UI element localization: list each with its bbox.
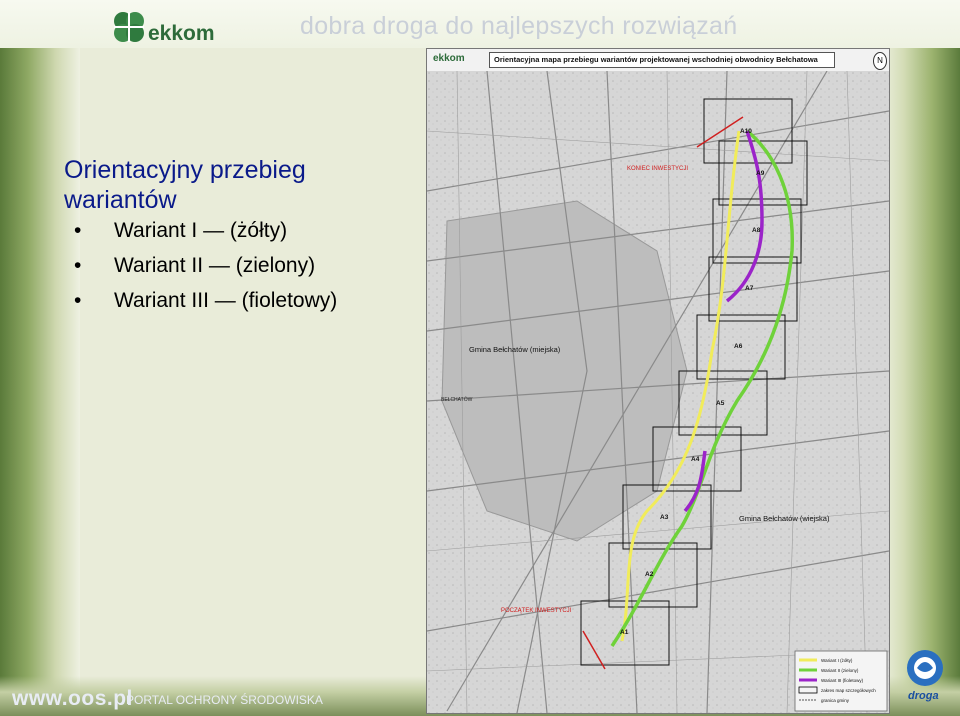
droga-logo-text: droga	[908, 690, 939, 702]
sheet-label: A7	[745, 285, 754, 292]
background-right-forest	[880, 0, 960, 716]
sheet-label: A1	[620, 629, 629, 636]
map-canvas: POCZĄTEK INWESTYCJI KONIEC INWESTYCJI Gm…	[427, 71, 889, 713]
sheet-label: A3	[660, 514, 669, 521]
footer-portal: PORTAL OCHRONY ŚRODOWISKA	[126, 693, 323, 707]
variant-list: Wariant I — (żółty) Wariant II — (zielon…	[74, 213, 337, 318]
legend-label: granica gminy	[821, 698, 850, 703]
clover-icon	[112, 10, 146, 44]
gmina-urban-label: Gmina Bełchatów (miejska)	[469, 345, 561, 354]
legend-label: Wariant I (żółty)	[821, 658, 853, 663]
city-area	[441, 200, 688, 542]
map-legend: Wariant I (żółty) Wariant II (zielony) W…	[794, 650, 888, 712]
ekkom-logo: ekkom	[112, 8, 215, 46]
background-left-forest	[0, 0, 80, 716]
end-label: KONIEC INWESTYCJI	[627, 166, 688, 172]
legend-label: Wariant II (zielony)	[821, 668, 859, 673]
list-item: Wariant II — (zielony)	[74, 248, 337, 283]
slide-title: Orientacyjny przebieg wariantów	[64, 155, 306, 214]
gmina-rural-label: Gmina Bełchatów (wiejska)	[739, 514, 830, 523]
tagline: dobra droga do najlepszych rozwiązań	[300, 12, 738, 40]
footer-url: www.oos.pl	[12, 687, 133, 710]
map-title: Orientacyjna mapa przebiegu wariantów pr…	[489, 52, 835, 68]
city-label: BEŁCHATÓW	[441, 396, 473, 403]
sheet-label: A6	[734, 343, 743, 350]
list-item: Wariant III — (fioletowy)	[74, 283, 337, 318]
start-label: POCZĄTEK INWESTYCJI	[501, 608, 572, 614]
sheet-label: A2	[645, 571, 654, 578]
map-header: ekkom Orientacyjna mapa przebiegu warian…	[427, 49, 889, 72]
list-item: Wariant I — (żółty)	[74, 213, 337, 248]
route-map: ekkom Orientacyjna mapa przebiegu warian…	[426, 48, 890, 714]
sheet-label: A9	[756, 170, 765, 177]
sheet-label: A8	[752, 227, 761, 234]
sheet-label: A4	[691, 456, 700, 463]
sheet-label: A10	[740, 128, 752, 135]
legend-label: Wariant III (fioletowy)	[821, 678, 864, 683]
legend-label: zakres map szczegółowych	[821, 688, 876, 693]
north-arrow-icon: N	[873, 52, 887, 70]
map-logo: ekkom	[433, 53, 465, 64]
logo-text: ekkom	[148, 22, 215, 45]
sheet-label: A5	[716, 400, 725, 407]
